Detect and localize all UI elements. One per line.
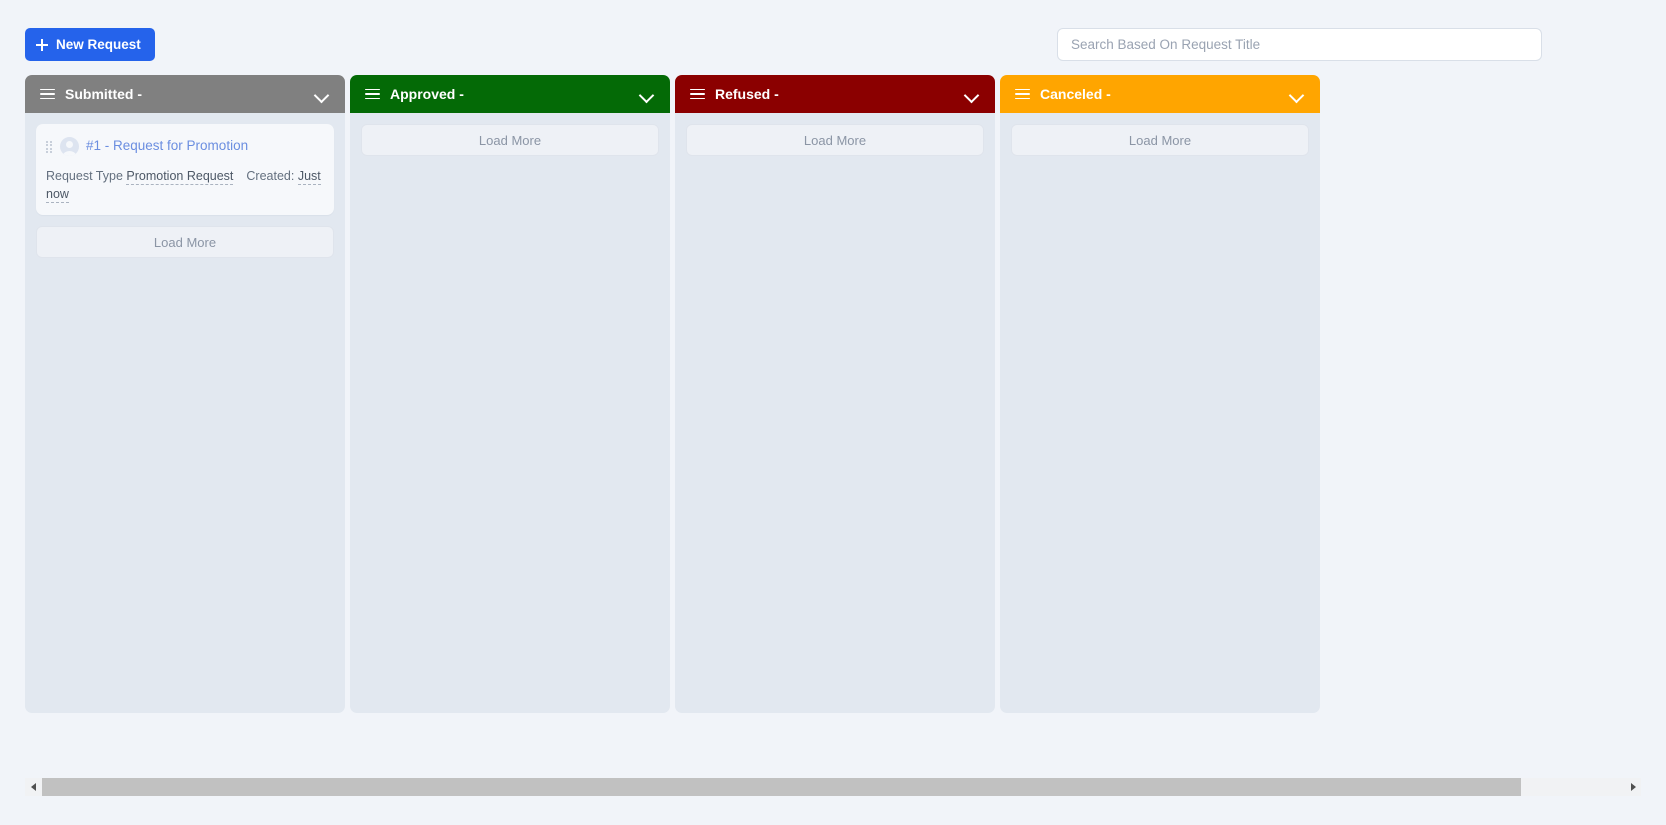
scroll-left-arrow-icon[interactable] <box>25 778 42 796</box>
board-column-approved: Approved - Load More <box>350 75 670 713</box>
chevron-down-icon[interactable] <box>965 90 979 99</box>
scrollbar-thumb[interactable] <box>42 778 1522 796</box>
board-column-refused: Refused - Load More <box>675 75 995 713</box>
avatar-icon <box>60 137 79 156</box>
chevron-down-icon[interactable] <box>315 90 329 99</box>
hamburger-icon[interactable] <box>690 88 705 100</box>
column-header-canceled[interactable]: Canceled - <box>1000 75 1320 113</box>
card-title-row: #1 - Request for Promotion <box>46 137 322 156</box>
plus-icon <box>36 38 48 51</box>
board-column-canceled: Canceled - Load More <box>1000 75 1320 713</box>
card-title-link[interactable]: #1 - Request for Promotion <box>86 138 248 154</box>
column-body-approved: Load More <box>350 113 670 713</box>
board-column-submitted: Submitted - #1 - Request for Promotion Req… <box>25 75 345 713</box>
column-header-submitted[interactable]: Submitted - <box>25 75 345 113</box>
column-title: Refused - <box>715 86 779 102</box>
column-title: Canceled - <box>1040 86 1111 102</box>
request-type-value: Promotion Request <box>126 169 234 185</box>
new-request-button[interactable]: New Request <box>25 28 155 61</box>
hamburger-icon[interactable] <box>365 88 380 100</box>
new-request-label: New Request <box>56 37 141 52</box>
request-card[interactable]: #1 - Request for Promotion Request Type P… <box>36 124 334 216</box>
column-body-submitted: #1 - Request for Promotion Request Type P… <box>25 113 345 713</box>
hamburger-icon[interactable] <box>1015 88 1030 100</box>
column-header-approved[interactable]: Approved - <box>350 75 670 113</box>
hamburger-icon[interactable] <box>40 88 55 100</box>
column-body-canceled: Load More <box>1000 113 1320 713</box>
horizontal-scrollbar[interactable] <box>25 778 1641 796</box>
load-more-button[interactable]: Load More <box>361 124 659 156</box>
column-header-refused[interactable]: Refused - <box>675 75 995 113</box>
column-title: Submitted - <box>65 86 142 102</box>
drag-handle-icon[interactable] <box>46 140 53 154</box>
chevron-down-icon[interactable] <box>640 90 654 99</box>
card-meta: Request Type Promotion Request Created: J… <box>46 167 322 204</box>
column-title: Approved - <box>390 86 464 102</box>
created-label: Created: <box>246 169 295 183</box>
load-more-button[interactable]: Load More <box>36 226 334 259</box>
column-body-refused: Load More <box>675 113 995 713</box>
request-type-label: Request Type <box>46 169 123 183</box>
scrollbar-track[interactable] <box>42 778 1624 796</box>
board-columns: Submitted - #1 - Request for Promotion Req… <box>0 75 1666 715</box>
search-input[interactable] <box>1057 28 1542 61</box>
chevron-down-icon[interactable] <box>1290 90 1304 99</box>
scroll-right-arrow-icon[interactable] <box>1624 778 1641 796</box>
load-more-button[interactable]: Load More <box>686 124 984 156</box>
load-more-button[interactable]: Load More <box>1011 124 1309 156</box>
kanban-board-page: New Request Submitted - #1 - Request for … <box>0 0 1666 825</box>
toolbar: New Request <box>0 0 1666 70</box>
